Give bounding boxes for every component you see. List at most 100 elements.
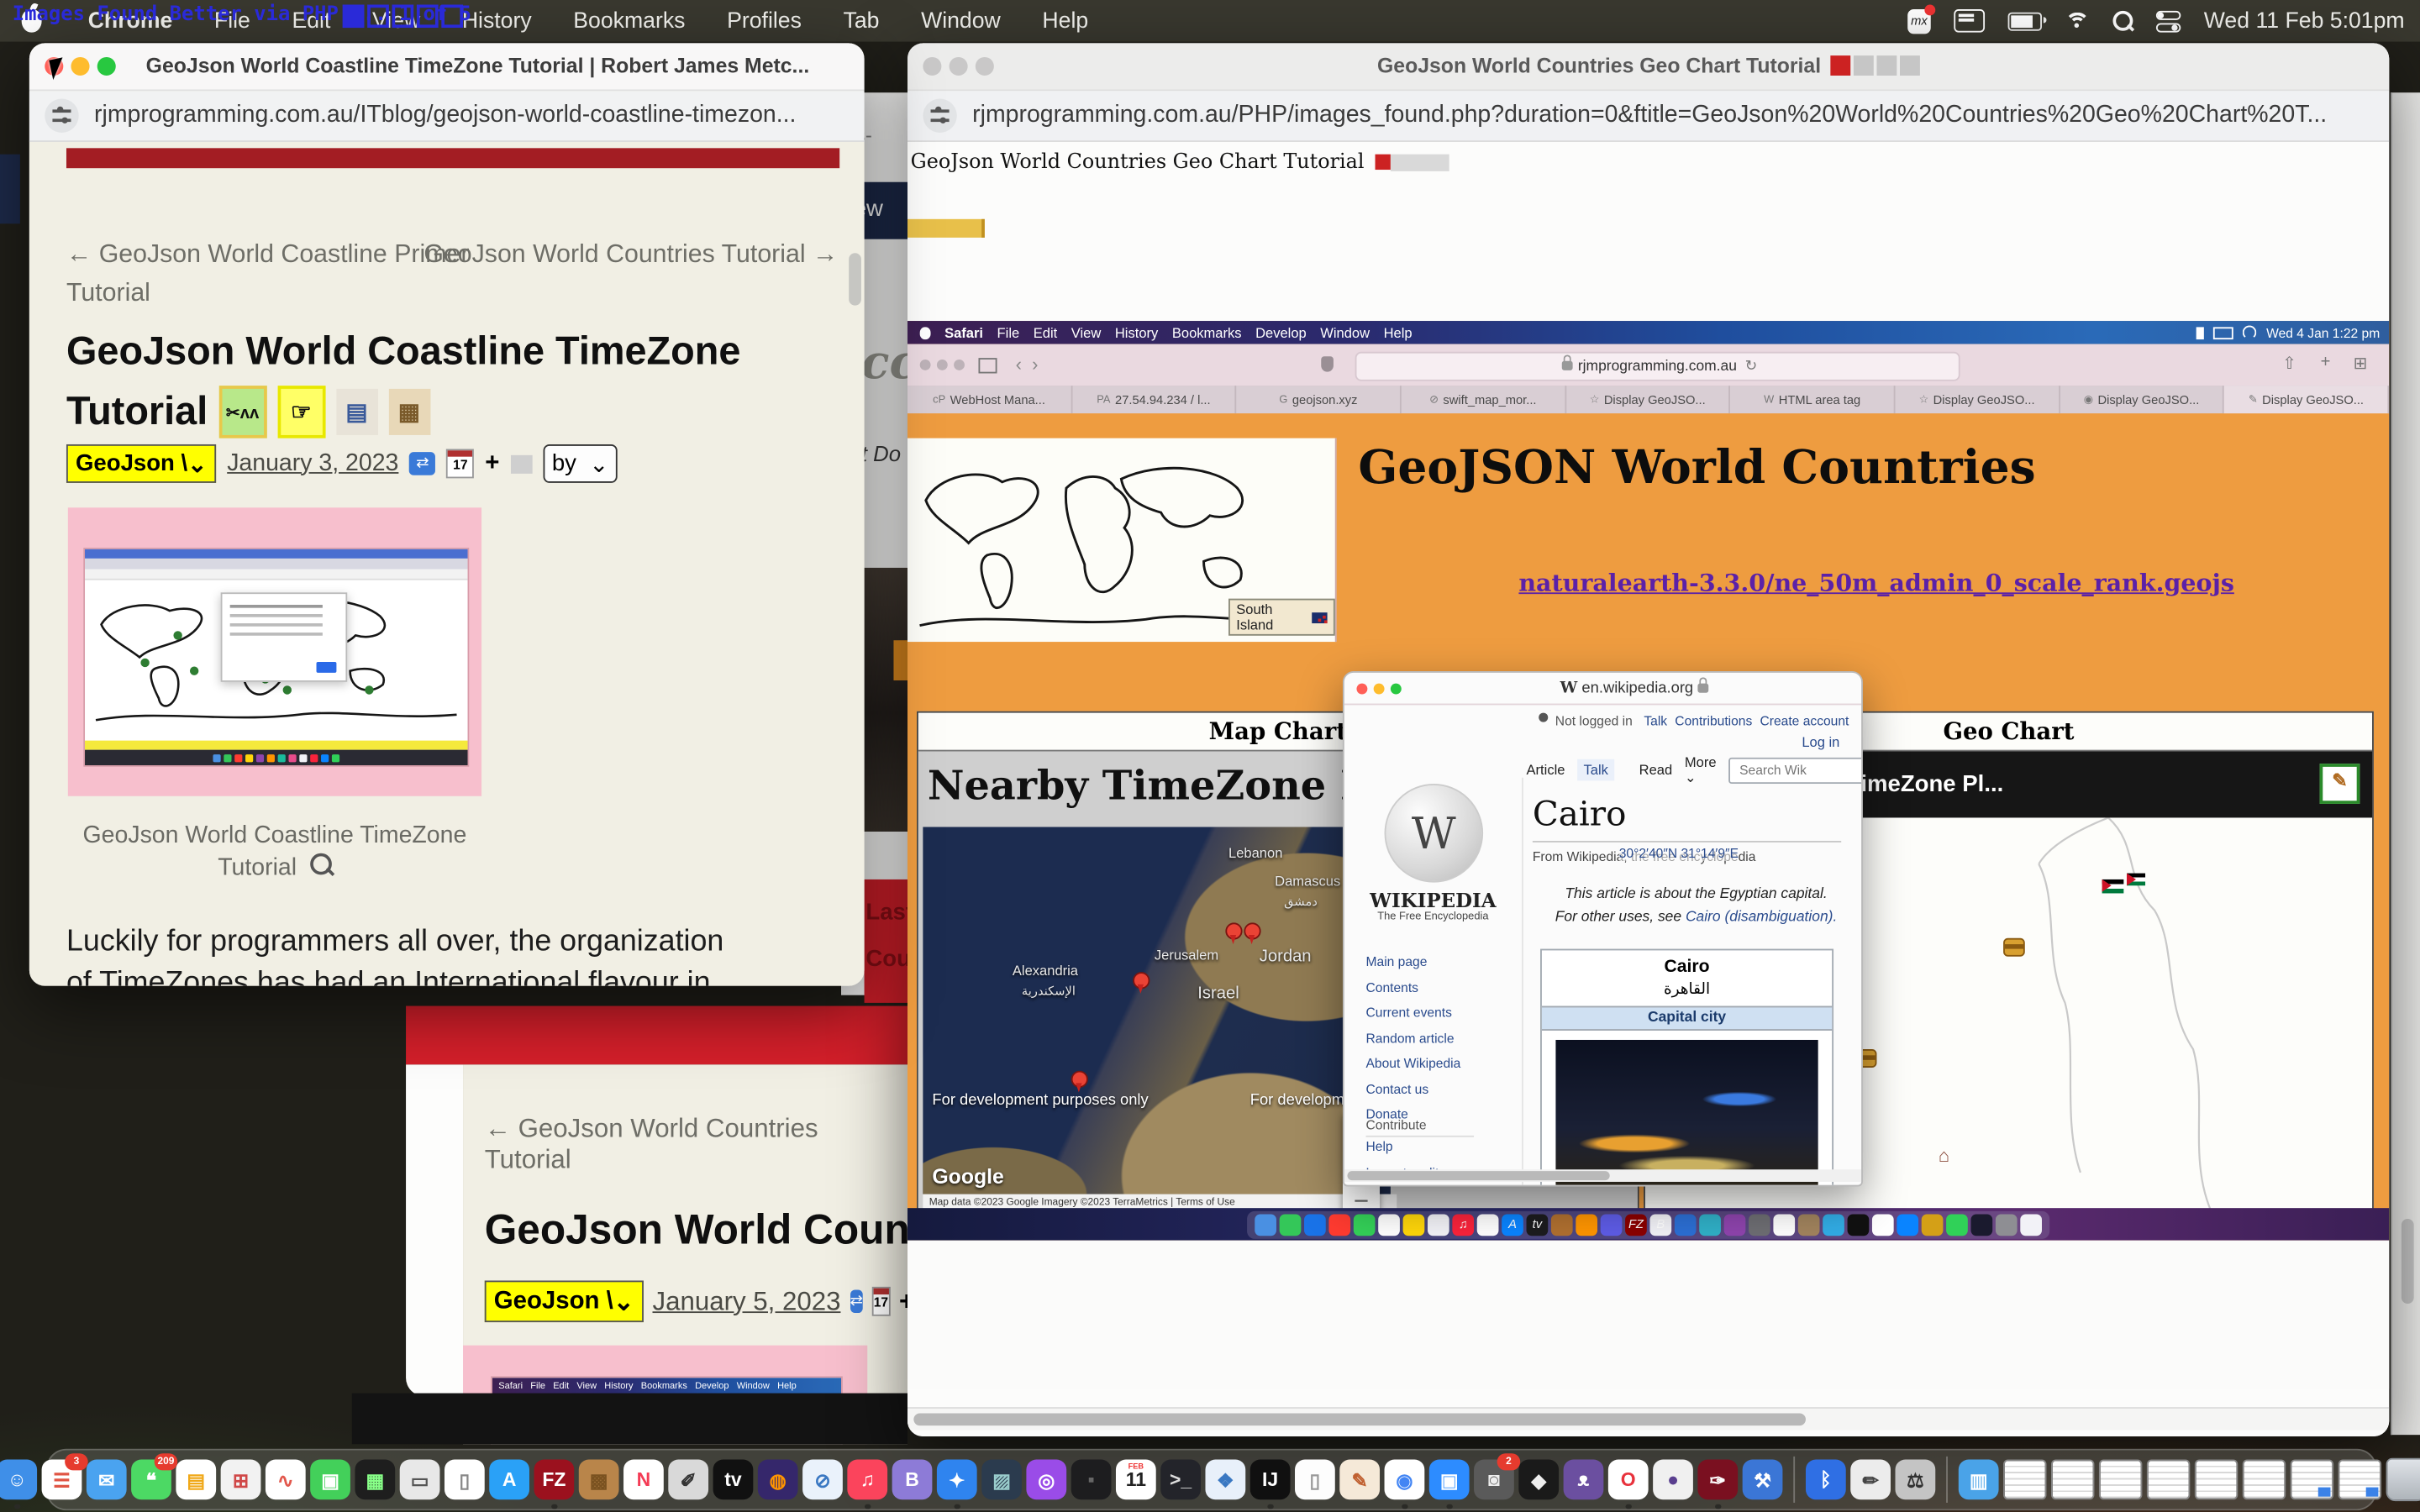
control-center-icon[interactable] (2156, 10, 2181, 32)
dock-app-icon[interactable]: ☰3 (42, 1460, 82, 1500)
wiki-tab-more[interactable]: More ⌄ (1685, 753, 1717, 786)
dock-app-icon[interactable]: ✐ (668, 1460, 708, 1500)
inner-tab[interactable]: ◉Display GeoJSO... (2060, 386, 2224, 413)
dock-app-icon[interactable]: ᛒ (1806, 1460, 1846, 1500)
left-window-titlebar[interactable]: GeoJson World Coastline TimeZone Tutoria… (29, 43, 865, 91)
wiki-tab-talk[interactable]: Talk (1577, 759, 1614, 781)
dock-app-icon[interactable]: ● (1653, 1460, 1693, 1500)
inner-tab[interactable]: Ggeojson.xyz (1237, 386, 1402, 413)
dock-app-icon[interactable]: ▯ (445, 1460, 485, 1500)
wiki-sidebar-link[interactable]: Help (1366, 1139, 1469, 1154)
wiki-tab-read[interactable]: Read (1639, 762, 1673, 777)
menu-bar-clock[interactable]: Wed 11 Feb 5:01pm (2204, 8, 2405, 33)
left-scrollbar-thumb[interactable] (849, 253, 861, 305)
battery-icon[interactable] (2007, 12, 2041, 30)
right-hscrollbar[interactable] (908, 1407, 2389, 1431)
site-settings-icon[interactable] (45, 99, 78, 133)
dock-app-icon[interactable]: ▯ (1295, 1460, 1335, 1500)
dock-app-icon[interactable]: ▣ (1429, 1460, 1470, 1500)
wiki-disambiguation-link[interactable]: Cairo (disambiguation). (1686, 909, 1837, 926)
dock-minimized-window[interactable] (2291, 1460, 2333, 1500)
dock-app-icon[interactable]: ☺ (0, 1460, 37, 1500)
inner-tab[interactable]: ☆Display GeoJSO... (1566, 386, 1731, 413)
site-settings-icon[interactable] (923, 99, 956, 133)
wiki-top-link[interactable]: Contributions (1675, 713, 1752, 728)
dock-app-icon[interactable]: 11 (1116, 1460, 1156, 1500)
wiki-coordinates[interactable]: 30°2′40″N 31°14′9″E (1619, 846, 1739, 861)
wiki-sidebar-link[interactable]: Random article (1366, 1030, 1461, 1045)
dock-app-icon[interactable]: IJ (1250, 1460, 1291, 1500)
google-map[interactable]: Lebanon Damascus دمشق Alexandria الإسكند… (923, 827, 1391, 1194)
inner-tab[interactable]: ✎Display GeoJSO... (2224, 386, 2389, 413)
category-select[interactable]: GeoJson \⌄ (66, 444, 216, 483)
by-select[interactable]: by ⌄ (543, 444, 618, 483)
inner-tab[interactable]: ☆Display GeoJSO... (1896, 386, 2060, 413)
wiki-titlebar[interactable]: W en.wikipedia.org (1344, 673, 1861, 706)
dock-app-icon[interactable]: FZ (534, 1460, 575, 1500)
wiki-sidebar-link[interactable]: Main page (1366, 953, 1461, 969)
wiki-hscrollbar[interactable] (1344, 1169, 1861, 1182)
behind-shuffle-icon[interactable]: ⇄ (850, 1290, 862, 1314)
dock-app-icon[interactable]: ❝209 (131, 1460, 171, 1500)
wiki-domain[interactable]: en.wikipedia.org (1581, 680, 1693, 696)
wiki-login-link[interactable]: Log in (1802, 734, 1839, 749)
dock-app-icon[interactable]: ▭ (400, 1460, 440, 1500)
dock-app-icon[interactable]: ✏ (1850, 1460, 1891, 1500)
scissors-runners-icon[interactable]: ✂ʌʌ (218, 386, 266, 438)
dock-minimized-window[interactable] (2147, 1460, 2190, 1500)
dock-app-icon[interactable]: ∿ (266, 1460, 306, 1500)
map-pin[interactable] (1071, 1071, 1088, 1088)
dock-app-icon[interactable]: N (623, 1460, 664, 1500)
dock-minimized-window[interactable] (2051, 1460, 2094, 1500)
wiki-top-link[interactable]: Create account (1760, 713, 1849, 728)
dock-app-icon[interactable]: ◉ (1385, 1460, 1425, 1500)
map-pin[interactable] (1133, 972, 1150, 989)
menu-item-help[interactable]: Help (1042, 8, 1088, 33)
dock-minimized-window[interactable] (2003, 1460, 2046, 1500)
doc-icon[interactable] (510, 454, 532, 473)
close-button[interactable] (923, 57, 941, 76)
menu-item-history[interactable]: History (462, 8, 532, 33)
geojson-link[interactable]: naturalearth-3.3.0/ne_50m_admin_0_scale_… (1518, 568, 2389, 597)
minimize-button[interactable] (71, 57, 89, 76)
menu-item-profiles[interactable]: Profiles (727, 8, 802, 33)
zoom-button[interactable] (976, 57, 994, 76)
film-reel-icon[interactable]: ▦ (388, 389, 430, 435)
dock-app-icon[interactable]: B (892, 1460, 933, 1500)
dock-app-icon[interactable]: ✦ (937, 1460, 977, 1500)
left-url-bar[interactable]: rjmprogramming.com.au/ITblog/geojson-wor… (29, 91, 865, 142)
dock-app-icon[interactable]: ▨ (981, 1460, 1022, 1500)
dock-app-icon[interactable]: O (1608, 1460, 1649, 1500)
dock-app-icon[interactable]: ▩ (579, 1460, 619, 1500)
dock-app-icon[interactable]: tv (713, 1460, 754, 1500)
behind-plus-icon[interactable]: + (899, 1286, 908, 1317)
left-url-text[interactable]: rjmprogramming.com.au/ITblog/geojson-wor… (94, 102, 796, 129)
wiki-zoom-button[interactable] (1391, 683, 1402, 694)
inner-tab[interactable]: cPWebHost Mana... (908, 386, 1072, 413)
dock-app-icon[interactable]: ᴥ (1564, 1460, 1604, 1500)
dock-app-icon[interactable]: ◍ (758, 1460, 798, 1500)
dock-app-icon[interactable]: ✉ (87, 1460, 127, 1500)
next-post-link[interactable]: GeoJson World Countries Tutorial → (418, 241, 839, 270)
wiki-top-link[interactable]: Talk (1644, 713, 1667, 728)
book-icon[interactable]: ▤ (336, 389, 378, 435)
wiki-close-button[interactable] (1356, 683, 1367, 694)
map-pin[interactable] (1225, 922, 1242, 939)
right-url-text[interactable]: rjmprogramming.com.au/PHP/images_found.p… (972, 102, 2327, 129)
calendar-icon[interactable]: 17 (446, 449, 474, 478)
thumbnail-frame[interactable] (68, 507, 481, 795)
dock-app-icon[interactable]: ⚒ (1743, 1460, 1783, 1500)
rightedge-scrollbar-thumb[interactable] (2402, 1219, 2414, 1304)
inner-tab[interactable]: ⊘swift_map_mor... (1402, 386, 1566, 413)
behind-category-select[interactable]: GeoJson \⌄ (485, 1280, 644, 1322)
prev-post-link-2[interactable]: Tutorial (66, 279, 150, 308)
menu-item-window[interactable]: Window (921, 8, 1001, 33)
dock-app-icon[interactable]: >_ (1160, 1460, 1201, 1500)
menu-item-tab[interactable]: Tab (844, 8, 880, 33)
wiki-search-input[interactable] (1736, 761, 1862, 780)
shuffle-icon[interactable]: ⇄ (409, 452, 435, 475)
wifi-icon[interactable] (2065, 12, 2089, 30)
wiki-search-box[interactable] (1728, 757, 1863, 783)
behind-back-link[interactable]: ← GeoJson World Countries Tutorial (485, 1114, 908, 1175)
dock-app-icon[interactable]: ✎ (1339, 1460, 1380, 1500)
